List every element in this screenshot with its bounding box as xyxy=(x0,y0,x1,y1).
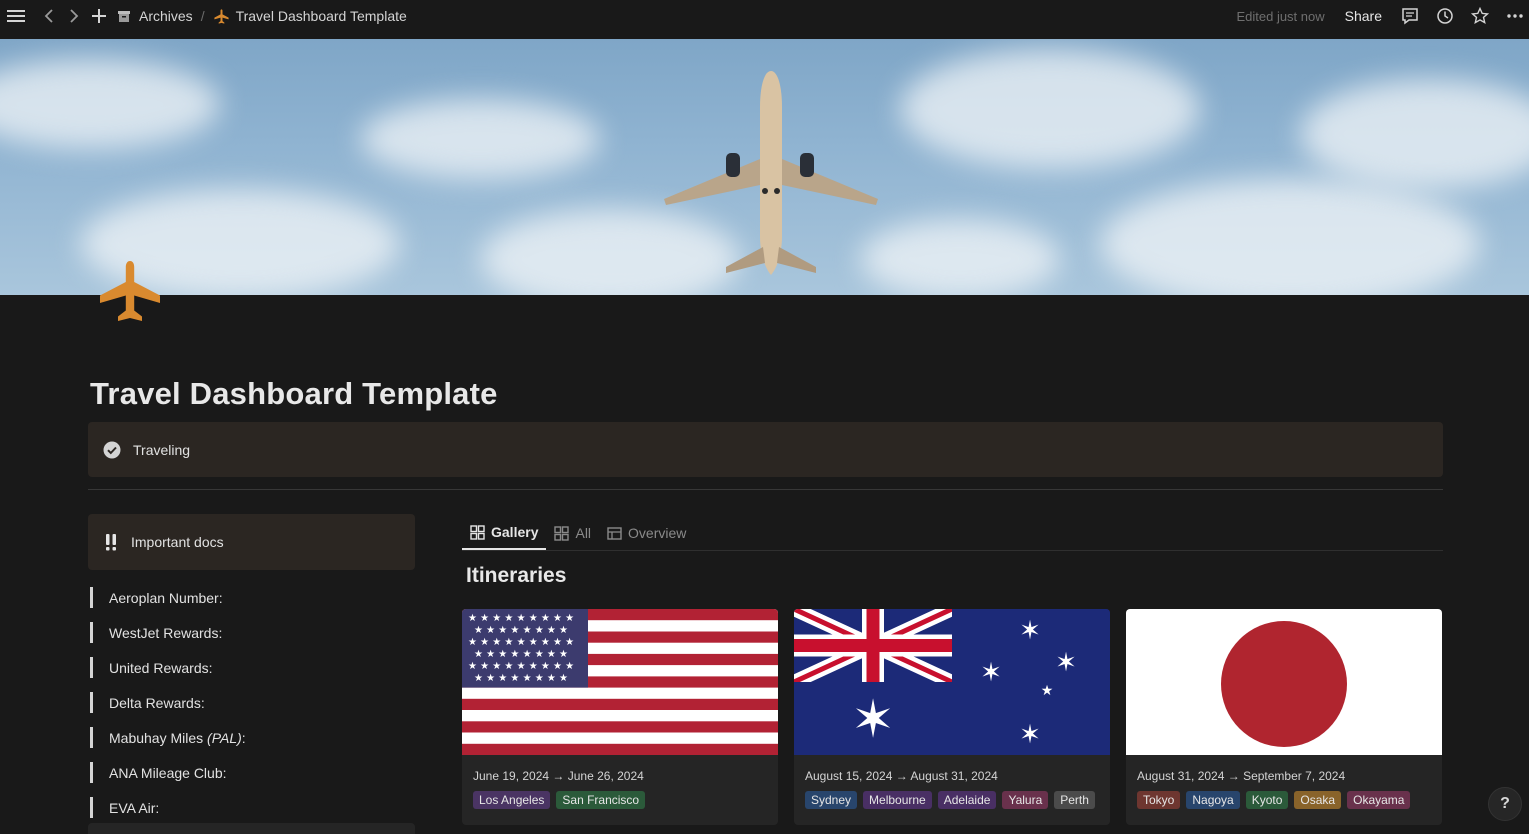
city-tag: Kyoto xyxy=(1245,791,1289,809)
gallery-icon xyxy=(554,525,570,541)
list-item-label: WestJet Rewards: xyxy=(109,624,223,641)
svg-text:✶: ✶ xyxy=(851,690,895,750)
svg-text:✶: ✶ xyxy=(1019,720,1041,750)
airplane-photo xyxy=(664,71,878,275)
trip-dates: August 31, 2024 → September 7, 2024 xyxy=(1137,769,1346,783)
tab-gallery[interactable]: Gallery xyxy=(462,516,547,550)
city-tag: Adelaide xyxy=(937,791,997,809)
svg-text:★: ★ xyxy=(1041,683,1054,699)
itinerary-card-usa[interactable]: ★ ★ ★ ★ ★ ★ ★ ★ ★ ★ ★ ★ ★ ★ ★ ★ ★ ★ ★ ★ … xyxy=(462,609,778,825)
history-icon[interactable] xyxy=(1433,4,1457,28)
important-docs-title: Important docs xyxy=(131,534,224,550)
list-item-label: Delta Rewards: xyxy=(109,694,205,711)
list-item-label-italic: (PAL) xyxy=(207,729,242,746)
status-text: Traveling xyxy=(133,441,191,458)
more-options-icon[interactable] xyxy=(1503,4,1527,28)
list-item[interactable]: Delta Rewards: xyxy=(88,685,415,720)
list-item-label: EVA Air: xyxy=(109,799,160,816)
top-bar: Archives / Travel Dashboard Template Edi… xyxy=(0,0,1529,32)
itinerary-card-japan[interactable]: August 31, 2024 → September 7, 2024 Toky… xyxy=(1126,609,1442,825)
airplane-icon xyxy=(213,8,230,25)
archive-icon xyxy=(117,9,131,23)
menu-icon[interactable] xyxy=(4,4,28,28)
city-tags: Sydney Melbourne Adelaide Yalura Perth xyxy=(805,791,1110,809)
city-tag: Tokyo xyxy=(1137,791,1181,809)
city-tag: San Francisco xyxy=(556,791,646,809)
next-callout[interactable] xyxy=(88,823,415,834)
view-tabs: Gallery All Overview xyxy=(462,516,1443,551)
city-tag: Sydney xyxy=(805,791,858,809)
svg-text:★ ★ ★ ★ ★ ★ ★ ★: ★ ★ ★ ★ ★ ★ ★ ★ xyxy=(474,625,568,636)
divider xyxy=(88,489,1443,490)
usa-flag: ★ ★ ★ ★ ★ ★ ★ ★ ★ ★ ★ ★ ★ ★ ★ ★ ★ ★ ★ ★ … xyxy=(462,609,778,755)
city-tag: Osaka xyxy=(1294,791,1342,809)
cover-image[interactable] xyxy=(0,39,1529,295)
itineraries-title: Itineraries xyxy=(466,564,567,587)
list-item[interactable]: Mabuhay Miles (PAL): xyxy=(88,720,415,755)
breadcrumb-archives[interactable]: Archives xyxy=(139,8,193,24)
help-button[interactable]: ? xyxy=(1488,787,1522,821)
list-item-label-end: : xyxy=(241,729,246,746)
svg-text:★ ★ ★ ★ ★ ★ ★ ★ ★: ★ ★ ★ ★ ★ ★ ★ ★ ★ xyxy=(468,661,574,672)
status-callout[interactable]: Traveling xyxy=(88,422,1443,477)
tab-all[interactable]: All xyxy=(546,516,599,550)
svg-text:★ ★ ★ ★ ★ ★ ★ ★: ★ ★ ★ ★ ★ ★ ★ ★ xyxy=(474,673,568,684)
breadcrumb-current-page[interactable]: Travel Dashboard Template xyxy=(236,8,407,24)
city-tags: Tokyo Nagoya Kyoto Osaka Okayama xyxy=(1137,791,1442,809)
tab-overview[interactable]: Overview xyxy=(599,516,694,550)
add-page-icon[interactable] xyxy=(87,4,111,28)
edited-status: Edited just now xyxy=(1236,8,1325,24)
city-tag: Nagoya xyxy=(1186,791,1240,809)
forward-icon[interactable] xyxy=(62,4,86,28)
list-item[interactable]: Aeroplan Number: xyxy=(88,580,415,615)
comment-icon[interactable] xyxy=(1398,4,1422,28)
rewards-list: Aeroplan Number: WestJet Rewards: United… xyxy=(88,580,415,825)
city-tag: Perth xyxy=(1054,791,1095,809)
city-tag: Yalura xyxy=(1002,791,1049,809)
svg-text:★ ★ ★ ★ ★ ★ ★ ★: ★ ★ ★ ★ ★ ★ ★ ★ xyxy=(474,649,568,660)
list-item-label: Mabuhay Miles xyxy=(109,729,208,746)
city-tag: Los Angeles xyxy=(473,791,551,809)
list-item[interactable]: United Rewards: xyxy=(88,650,415,685)
page-title[interactable]: Travel Dashboard Template xyxy=(90,376,498,412)
svg-text:✶: ✶ xyxy=(1019,616,1041,646)
back-icon[interactable] xyxy=(37,4,61,28)
list-item-label: United Rewards: xyxy=(109,659,213,676)
svg-text:✶: ✶ xyxy=(980,658,1002,688)
city-tags: Los Angeles San Francisco xyxy=(473,791,778,809)
svg-text:✶: ✶ xyxy=(1055,648,1077,678)
important-docs-callout[interactable]: Important docs xyxy=(88,514,415,570)
trip-dates: August 15, 2024 → August 31, 2024 xyxy=(805,769,998,783)
city-tag: Melbourne xyxy=(863,791,932,809)
list-item-label: ANA Mileage Club: xyxy=(109,764,227,781)
page-airplane-icon[interactable] xyxy=(94,255,166,327)
list-item-label: Aeroplan Number: xyxy=(109,589,223,606)
tab-label: All xyxy=(575,525,592,541)
trip-dates: June 19, 2024 → June 26, 2024 xyxy=(473,769,644,783)
city-tag: Okayama xyxy=(1347,791,1411,809)
itinerary-card-australia[interactable]: ✶ ✶ ✶ ✶ ★ ✶ August 15, 2024 → August 31,… xyxy=(794,609,1110,825)
list-item[interactable]: WestJet Rewards: xyxy=(88,615,415,650)
check-circle-icon xyxy=(103,441,121,459)
svg-text:★ ★ ★ ★ ★ ★ ★ ★ ★: ★ ★ ★ ★ ★ ★ ★ ★ ★ xyxy=(468,613,574,624)
svg-text:★ ★ ★ ★ ★ ★ ★ ★ ★: ★ ★ ★ ★ ★ ★ ★ ★ ★ xyxy=(468,637,574,648)
table-icon xyxy=(607,526,622,540)
tab-label: Overview xyxy=(628,525,687,541)
japan-flag xyxy=(1126,609,1442,755)
double-exclamation-icon xyxy=(105,533,117,551)
breadcrumb-separator: / xyxy=(200,8,205,24)
australia-flag: ✶ ✶ ✶ ✶ ★ ✶ xyxy=(794,609,1110,755)
share-button[interactable]: Share xyxy=(1345,8,1382,24)
list-item[interactable]: EVA Air: xyxy=(88,790,415,825)
tab-label: Gallery xyxy=(491,524,539,540)
star-icon[interactable] xyxy=(1468,4,1492,28)
breadcrumb: Archives / Travel Dashboard Template xyxy=(117,8,407,25)
gallery-icon xyxy=(470,524,485,540)
list-item[interactable]: ANA Mileage Club: xyxy=(88,755,415,790)
